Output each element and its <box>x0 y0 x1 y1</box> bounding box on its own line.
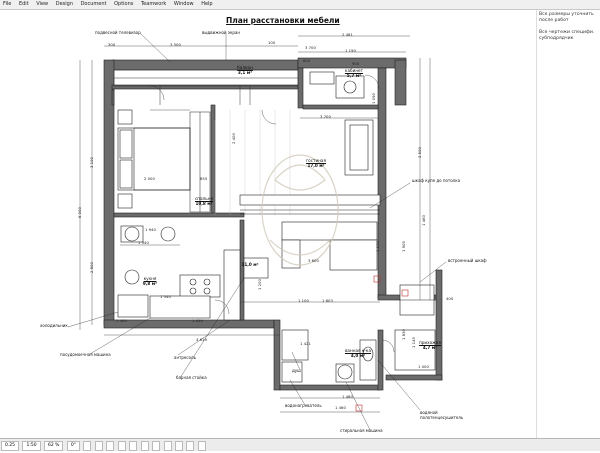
room-hall: 11,0 м² <box>241 262 259 267</box>
room-living: гостиная 17,0 м² <box>305 158 327 168</box>
dim-text: 2 481 <box>342 32 353 37</box>
wardrobe-label: шкаф купе до потолка <box>412 178 461 183</box>
dim-text: 1 190 <box>345 48 356 53</box>
dim-text: 2 000 <box>144 176 155 181</box>
dim-text: 1 200 <box>256 279 262 290</box>
status-bar: 0.25 1:50 62 % 0° <box>0 438 600 451</box>
screen-label: выдвижной экран <box>202 30 240 35</box>
note-drawings: Все чертежи специфи. субподрядчик <box>539 30 595 41</box>
note-dimensions: Все размеры уточнить после работ <box>539 12 594 23</box>
towel-label: водяной полотенцесушитель <box>420 410 464 420</box>
dim-text: 1 940 <box>145 227 156 232</box>
drawing-title: План расстановки мебели <box>226 16 340 25</box>
dim-text: 3 700 <box>320 114 331 119</box>
dim-text: 1 400 <box>116 318 127 323</box>
dim-text: 1 050 <box>192 318 203 323</box>
dim-text: 600 <box>303 58 311 63</box>
dim-text: 1 421 <box>300 341 311 346</box>
dim-text: 1 570 <box>374 241 380 252</box>
dim-text: 1 460 <box>420 215 426 226</box>
dim-text: 6 000 <box>76 207 82 218</box>
tv-label: подвесной телевизор <box>95 30 141 35</box>
dim-text: 1 100 <box>298 298 309 303</box>
room-bedroom: спальня 10,8 м² <box>194 196 213 206</box>
dishwasher-label: посудомоечная машина <box>60 352 111 357</box>
dim-text: 3 100 <box>88 157 94 168</box>
mezzanine-label: антресоль <box>174 355 196 360</box>
room-kitchen: кухня 9,8 м² <box>142 276 158 286</box>
floor-plan <box>67 32 447 431</box>
notes-panel: Все размеры уточнить после работ Все чер… <box>536 10 600 438</box>
room-study: кабинет 5,7 м² <box>344 68 364 78</box>
dim-text: 3 700 <box>305 45 316 50</box>
fridge-label: холодильник <box>40 323 68 328</box>
dim-text: 1 540 <box>160 294 171 299</box>
dim-text: 1 090 <box>370 93 376 104</box>
dim-text: 1 145 <box>410 337 416 348</box>
built-in-label: встроенный шкаф <box>448 258 487 263</box>
shower-label: душ <box>292 368 301 373</box>
room-hallway: прихожая 4,7 м² <box>418 340 441 350</box>
dim-text: 1 905 <box>400 241 406 252</box>
dim-text: 1 460 <box>335 405 346 410</box>
dim-text: 4 619 <box>196 337 207 342</box>
heater-label: водонагреватель <box>285 403 322 408</box>
dim-text: 1 603 <box>322 298 333 303</box>
dim-text: 300 <box>108 42 116 47</box>
dim-text: 3 600 <box>308 258 319 263</box>
dim-text: 100 <box>268 40 276 45</box>
dim-text: 2 400 <box>230 133 236 144</box>
dim-text: 3 500 <box>170 42 181 47</box>
dim-text: 1 480 <box>342 394 353 399</box>
dim-text: 900 <box>352 61 360 66</box>
dim-text: 1 340 <box>138 240 149 245</box>
dim-text: 2 800 <box>88 262 94 273</box>
bar-label: барная стойка <box>176 375 207 380</box>
washer-label: стиральная машина <box>340 428 383 433</box>
dim-text: 1 830 <box>400 329 406 340</box>
dim-text: 2 500 <box>416 147 422 158</box>
dim-text: 855 <box>200 176 208 181</box>
room-balcony: балкон 3,1 м² <box>237 65 253 75</box>
dim-text: 1 000 <box>418 364 429 369</box>
dim-text: 400 <box>446 296 454 301</box>
room-bath: ванная к-ка 4,0 м² <box>344 348 372 358</box>
